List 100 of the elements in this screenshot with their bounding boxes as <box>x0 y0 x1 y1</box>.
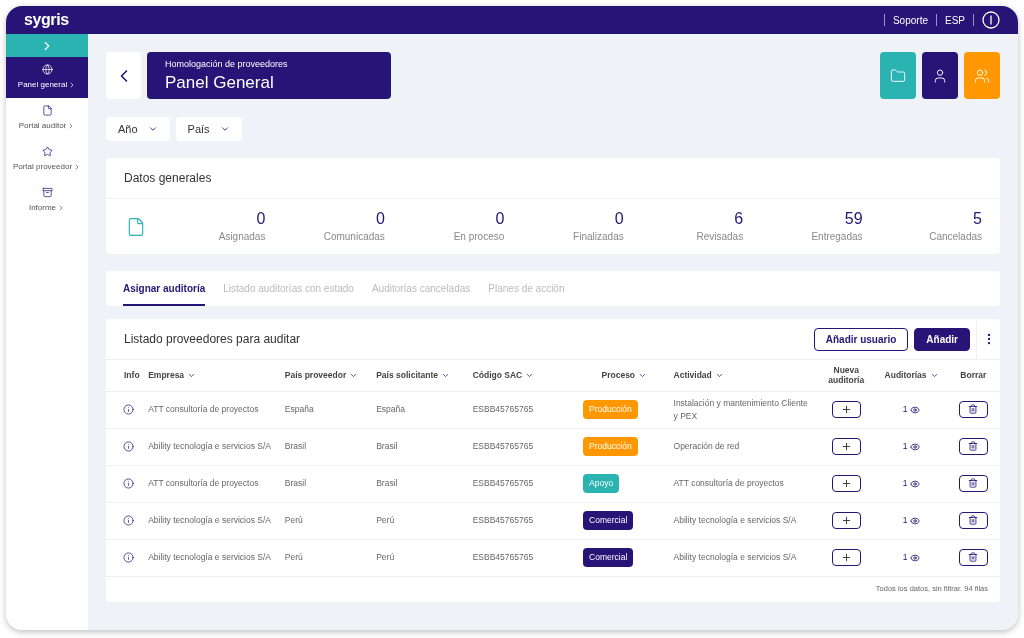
table-cell: ESBB45765765 <box>472 441 534 452</box>
process-tag: Producción <box>583 437 638 456</box>
table-cell: ESBB45765765 <box>472 515 534 526</box>
header-link[interactable]: Soporte <box>892 12 928 28</box>
stat-value: 0 <box>256 209 266 229</box>
table-cell: España <box>284 404 314 415</box>
table-cell: Perú <box>284 515 303 526</box>
table-cell-text: Ability tecnología e servicios S/A <box>673 514 798 527</box>
stat-label: Revisadas <box>696 230 744 244</box>
trash-icon <box>968 441 979 452</box>
table-cell: ESBB45765765 <box>472 478 534 489</box>
stat-value: 0 <box>495 209 505 229</box>
stat-value: 0 <box>614 209 624 229</box>
table-cell-text: ATT consultoría de proyectos <box>148 477 260 490</box>
users-icon <box>974 67 990 84</box>
table-cell: Brasil <box>284 441 307 452</box>
add-audit-button[interactable] <box>831 511 861 529</box>
table-cell: Brasil <box>284 478 307 489</box>
stat-value: 59 <box>844 209 863 229</box>
delete-button[interactable] <box>958 474 988 492</box>
eye-icon[interactable] <box>910 441 921 452</box>
logo: sygris <box>24 10 69 30</box>
add-audit-button[interactable] <box>831 400 861 418</box>
document-icon <box>126 216 146 237</box>
eye-icon[interactable] <box>910 478 921 489</box>
column-header[interactable]: País solicitante <box>376 369 451 381</box>
stat-label: Canceladas <box>929 230 982 244</box>
plus-icon <box>840 477 852 489</box>
table-cell-text: ATT consultoría de proyectos <box>673 477 785 490</box>
audit-count: 1 <box>902 551 908 564</box>
process-tag: Comercial <box>583 548 634 567</box>
stat-label: Finalizadas <box>573 230 624 244</box>
add-audit-button[interactable] <box>831 474 861 492</box>
column-header: Nueva auditoría <box>827 364 866 386</box>
process-tag: Comercial <box>583 511 634 530</box>
add-button[interactable]: Añadir <box>914 327 970 351</box>
stat-label: Asignadas <box>218 230 266 244</box>
caret-icon <box>219 124 230 134</box>
table-cell-text: Ability tecnología e servicios S/A <box>148 514 273 527</box>
table-cell: Perú <box>376 552 395 563</box>
add-audit-button[interactable] <box>831 437 861 455</box>
table-cell-text: ATT consultoría de proyectos <box>148 403 260 416</box>
stat-label: Comunicadas <box>323 230 385 244</box>
filter-dropdown[interactable]: Año <box>106 117 170 141</box>
column-header: Info <box>124 369 140 381</box>
delete-button[interactable] <box>958 400 988 418</box>
delete-button[interactable] <box>958 511 988 529</box>
trash-icon <box>968 478 979 489</box>
user-icon <box>932 67 948 84</box>
tab[interactable]: Asignar auditoría <box>123 271 206 306</box>
table-cell: España <box>376 404 406 415</box>
folder-icon <box>890 67 906 84</box>
table-cell: ESBB45765765 <box>472 404 534 415</box>
table-cell-text: Ability tecnología e servicios S/A <box>148 440 273 453</box>
column-header[interactable]: País proveedor <box>284 369 359 381</box>
plus-icon <box>840 440 852 452</box>
sidebar-item[interactable]: Panel general <box>6 57 88 98</box>
table-cell: Perú <box>284 552 303 563</box>
user-button[interactable] <box>922 52 958 99</box>
table-cell: ESBB45765765 <box>472 552 534 563</box>
trash-icon <box>968 515 979 526</box>
stat-label: Entregadas <box>811 230 863 244</box>
page-title: Panel General <box>165 71 275 93</box>
table-cell: Brasil <box>376 478 398 489</box>
document-icon <box>41 105 53 116</box>
add-button[interactable]: Añadir usuario <box>813 327 909 351</box>
process-tag: Apoyo <box>583 474 620 493</box>
audit-count: 1 <box>902 477 908 490</box>
process-tag: Producción <box>583 400 638 419</box>
column-header[interactable]: Código SAC <box>472 369 535 381</box>
caret-icon <box>147 124 158 134</box>
table-cell-text: Operación de red <box>673 440 741 453</box>
table-cell: Brasil <box>376 441 398 452</box>
stat-value: 6 <box>734 209 744 229</box>
eye-icon[interactable] <box>910 515 921 526</box>
header-link[interactable]: ESP <box>945 12 965 28</box>
archive-icon <box>41 187 53 198</box>
column-header[interactable]: Auditorías <box>884 369 939 381</box>
delete-button[interactable] <box>958 548 988 566</box>
plus-icon <box>840 514 852 526</box>
star-icon <box>41 146 53 157</box>
audit-count: 1 <box>902 440 908 453</box>
column-header[interactable]: Empresa <box>148 369 197 381</box>
stat-value: 5 <box>973 209 982 229</box>
table-cell: Perú <box>376 515 395 526</box>
column-header[interactable]: Actividad <box>673 369 724 381</box>
stat-label: En proceso <box>453 230 505 244</box>
globe-icon <box>41 64 53 75</box>
plus-icon <box>840 403 852 415</box>
card-title: Datos generales <box>124 170 212 187</box>
stat-value: 0 <box>375 209 385 229</box>
filter-dropdown[interactable]: País <box>175 117 242 141</box>
add-audit-button[interactable] <box>831 548 861 566</box>
column-header[interactable]: Proceso <box>601 369 648 381</box>
plus-icon <box>840 551 852 563</box>
eye-icon[interactable] <box>910 404 921 415</box>
eye-icon[interactable] <box>910 552 921 563</box>
table-cell-text: Ability tecnología e servicios S/A <box>148 551 273 564</box>
table-cell-text: Ability tecnología e servicios S/A <box>673 551 798 564</box>
delete-button[interactable] <box>958 437 988 455</box>
